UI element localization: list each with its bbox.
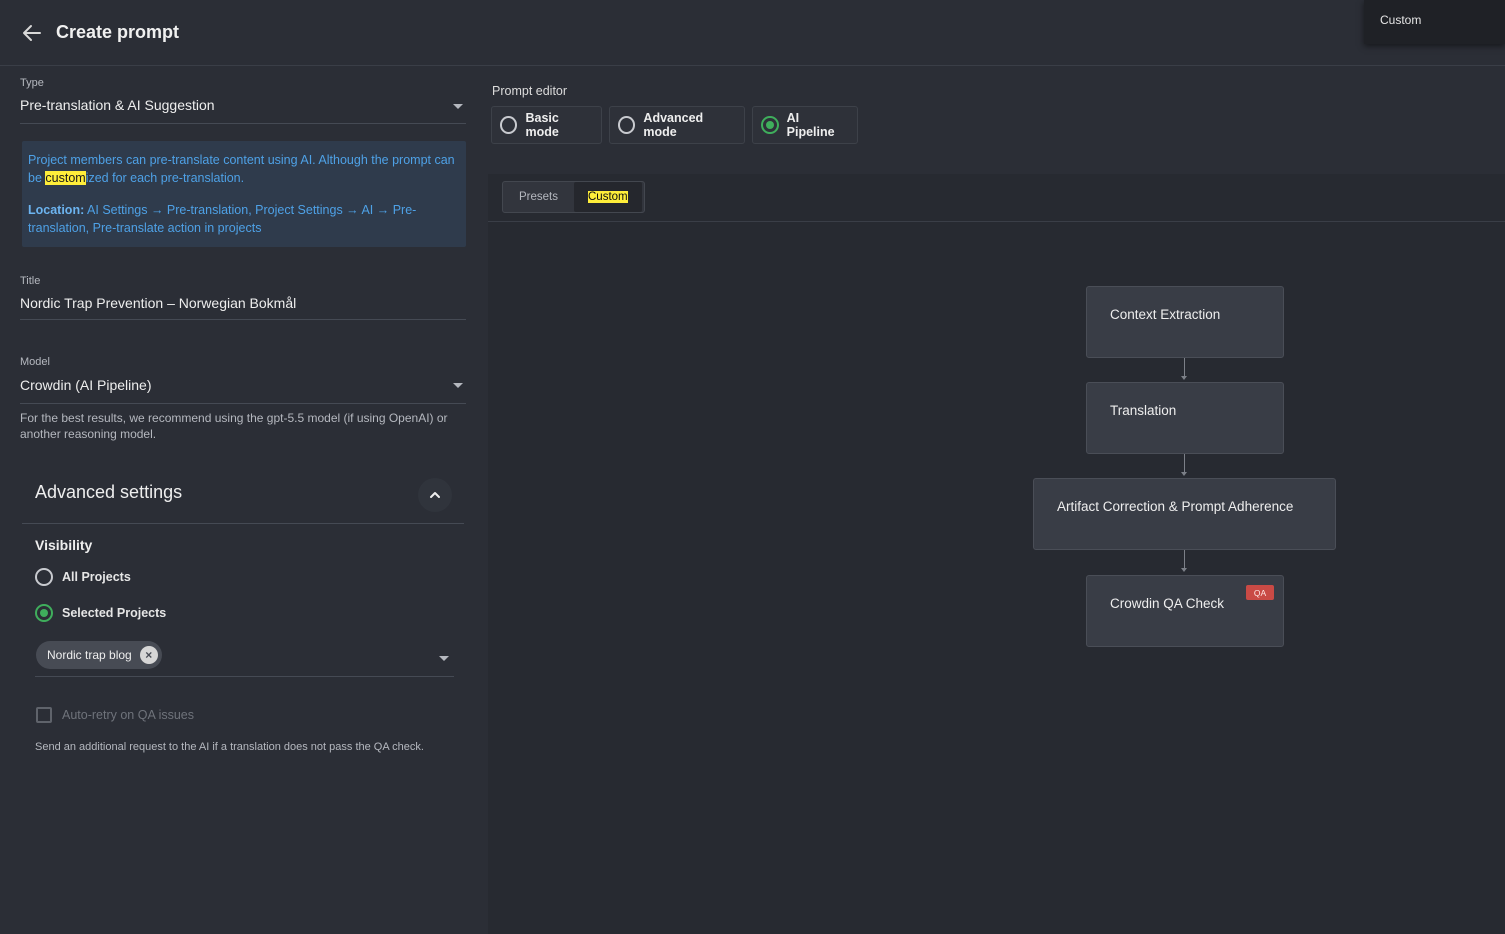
radio-unchecked-icon: [618, 116, 636, 134]
model-value: Crowdin (AI Pipeline): [20, 377, 152, 393]
type-label: Type: [20, 77, 44, 89]
model-helper-text: For the best results, we recommend using…: [20, 411, 448, 441]
tab-custom[interactable]: Custom: [574, 182, 642, 212]
advanced-settings-title: Advanced settings: [35, 482, 183, 502]
presets-custom-tabs: Presets Custom: [502, 181, 645, 213]
title-label: Title: [20, 275, 41, 287]
node-label: Context Extraction: [1110, 307, 1221, 322]
info-location: Location: AI Settings → Pre-translation,…: [28, 203, 417, 235]
model-underline: [20, 403, 466, 404]
node-label: Crowdin QA Check: [1110, 596, 1225, 611]
type-select[interactable]: Pre-translation & AI Suggestion: [20, 95, 466, 123]
pipeline-node-translation[interactable]: Translation: [1086, 382, 1284, 454]
pipeline-connector: [1184, 454, 1185, 474]
radio-unchecked-icon: [35, 568, 53, 586]
model-select[interactable]: Crowdin (AI Pipeline): [20, 374, 466, 402]
type-underline: [20, 123, 466, 124]
ai-pipeline-button[interactable]: AI Pipeline: [752, 106, 858, 144]
pipeline-connector: [1184, 550, 1185, 570]
tab-custom-label: Custom: [588, 191, 628, 203]
model-label: Model: [20, 356, 50, 368]
advanced-mode-button[interactable]: Advanced mode: [609, 106, 745, 144]
custom-tooltip: Custom: [1364, 0, 1505, 44]
title-input[interactable]: Nordic Trap Prevention – Norwegian Bokmå…: [20, 295, 296, 311]
pipeline-connector: [1184, 358, 1185, 378]
collapse-advanced-button[interactable]: [418, 478, 452, 512]
model-dropdown-arrow-icon: [453, 383, 463, 388]
editor-label: Prompt editor: [492, 84, 568, 98]
tab-presets[interactable]: Presets: [503, 191, 574, 203]
mode-label: Basic mode: [525, 111, 559, 139]
radio-selected-projects[interactable]: Selected Projects: [35, 603, 166, 623]
projects-dropdown-arrow-icon[interactable]: [439, 656, 449, 661]
mode-label: Advanced mode: [643, 111, 704, 139]
node-label: Artifact Correction & Prompt Adherence: [1057, 499, 1294, 514]
node-label: Translation: [1110, 403, 1177, 418]
basic-mode-button[interactable]: Basic mode: [491, 106, 602, 144]
editor-toolbar: Prompt editor Basic mode Advanced mode A…: [488, 67, 1505, 174]
radio-label: Selected Projects: [62, 606, 167, 620]
title-underline: [20, 319, 466, 320]
prompt-settings-panel: Type Pre-translation & AI Suggestion Pro…: [0, 67, 488, 934]
arrow-down-icon: [1181, 472, 1187, 476]
pipeline-node-context-extraction[interactable]: Context Extraction: [1086, 286, 1284, 358]
advanced-divider: [22, 523, 464, 524]
radio-label: All Projects: [62, 570, 131, 584]
projects-underline: [35, 676, 454, 677]
auto-retry-label: Auto-retry on QA issues: [62, 708, 195, 722]
radio-checked-icon: [35, 604, 53, 622]
radio-all-projects[interactable]: All Projects: [35, 567, 131, 587]
mode-label: AI Pipeline: [786, 111, 835, 139]
info-box: Project members can pre-translate conten…: [22, 141, 466, 247]
tabs-divider: [488, 221, 1505, 222]
back-arrow-icon[interactable]: [20, 21, 44, 45]
page-header: Create prompt Custom: [0, 0, 1505, 66]
auto-retry-checkbox[interactable]: [36, 707, 52, 723]
type-value: Pre-translation & AI Suggestion: [20, 97, 215, 113]
type-dropdown-arrow-icon: [453, 104, 463, 109]
remove-chip-icon[interactable]: ×: [139, 646, 158, 664]
qa-badge: QA: [1246, 585, 1274, 600]
project-chip: Nordic trap blog ×: [36, 641, 162, 669]
chip-label: Nordic trap blog: [47, 648, 132, 662]
pipeline-node-qa-check[interactable]: Crowdin QA Check QA: [1086, 575, 1284, 647]
prompt-editor-panel: Prompt editor Basic mode Advanced mode A…: [488, 67, 1505, 934]
page-title: Create prompt: [56, 22, 180, 42]
arrow-down-icon: [1181, 376, 1187, 380]
arrow-down-icon: [1181, 568, 1187, 572]
auto-retry-help: Send an additional request to the AI if …: [35, 741, 424, 753]
radio-checked-icon: [761, 116, 779, 134]
pipeline-node-artifact-correction[interactable]: Artifact Correction & Prompt Adherence: [1033, 478, 1336, 550]
radio-unchecked-icon: [500, 116, 518, 134]
chevron-up-icon: [430, 492, 440, 498]
info-description: Project members can pre-translate conten…: [28, 153, 455, 185]
visibility-title: Visibility: [35, 537, 93, 553]
